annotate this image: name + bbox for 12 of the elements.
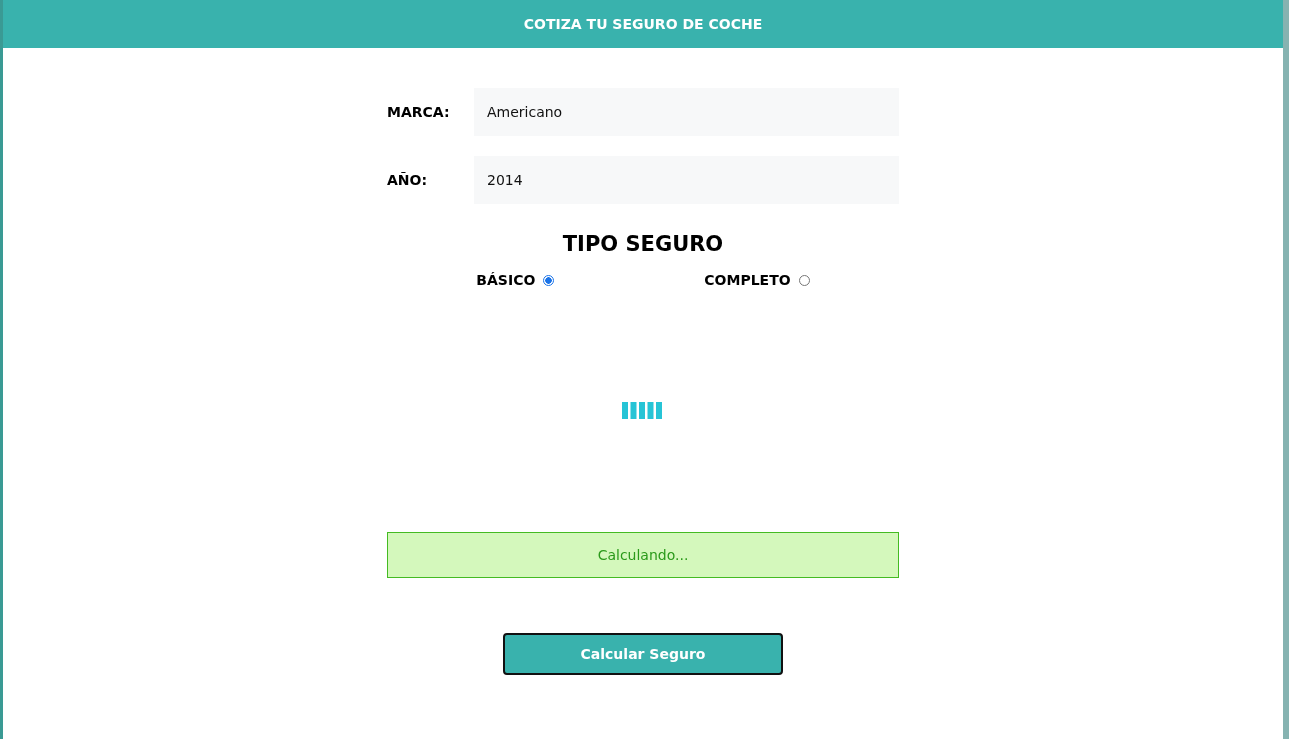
field-label: MARCA: xyxy=(387,104,451,120)
radio-button[interactable] xyxy=(798,274,810,286)
input-field[interactable]: Americano xyxy=(474,88,899,136)
radio-button[interactable] xyxy=(543,274,555,286)
input-field[interactable]: 2014 xyxy=(474,156,899,204)
loading-spinner-icon xyxy=(622,401,664,419)
field-label: AÑO: xyxy=(387,172,429,188)
header-title: COTIZA TU SEGURO DE COCHE xyxy=(523,16,763,32)
status-message: Calculando... xyxy=(387,532,899,578)
radio-option[interactable]: COMPLETO xyxy=(704,272,810,288)
radio-option[interactable]: BÁSICO xyxy=(476,272,555,288)
section-title: TIPO SEGURO xyxy=(561,232,725,256)
